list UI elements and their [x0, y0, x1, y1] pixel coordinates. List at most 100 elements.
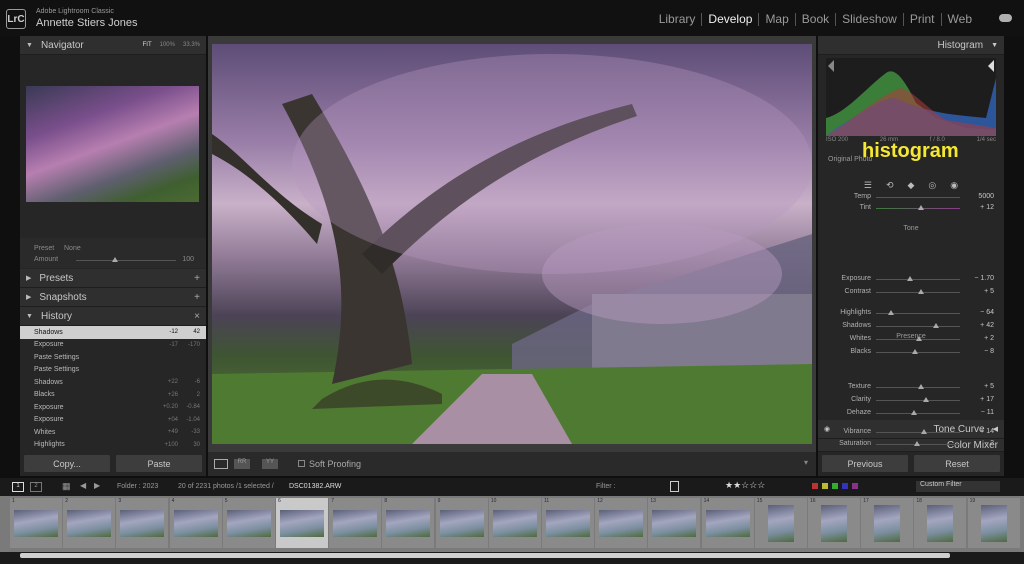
clear-history-icon[interactable]: × — [194, 311, 200, 322]
filmstrip-thumbnail[interactable]: 3 — [116, 498, 169, 548]
slider-knob[interactable] — [915, 336, 922, 341]
filmstrip-thumbnail[interactable]: 16 — [808, 498, 860, 548]
filmstrip-thumbnail[interactable]: 9 — [435, 498, 488, 548]
slider-exposure[interactable]: Exposure − 1.70 — [818, 273, 1004, 285]
slider-knob[interactable] — [917, 384, 924, 389]
history-item[interactable]: Whites +49 -33 — [20, 426, 206, 439]
zoom-100[interactable]: 100% — [160, 42, 175, 48]
crop-icon[interactable]: ⟲ — [886, 180, 894, 191]
filmstrip-thumbnail[interactable]: 11 — [542, 498, 594, 548]
slider-knob[interactable] — [914, 441, 921, 446]
purple-label-filter[interactable] — [852, 483, 858, 489]
slider-knob[interactable] — [911, 349, 918, 354]
history-item[interactable]: Blacks +26 2 — [20, 389, 206, 402]
add-preset-icon[interactable]: + — [194, 273, 200, 284]
history-item[interactable]: Exposure +04 -1.04 — [20, 414, 206, 427]
yellow-label-filter[interactable] — [822, 483, 828, 489]
history-item[interactable]: Exposure -17 -170 — [20, 339, 206, 352]
filmstrip-thumbnail[interactable]: 15 — [754, 498, 807, 548]
forward-arrow-icon[interactable]: ▶ — [94, 481, 100, 490]
snapshots-header[interactable]: ▶ Snapshots + — [20, 288, 206, 307]
slider-track[interactable] — [876, 326, 960, 327]
filmstrip-thumbnail[interactable]: 4 — [169, 498, 222, 548]
edit-sliders-icon[interactable]: ☰ — [864, 180, 872, 191]
module-print[interactable]: Print — [904, 12, 941, 26]
slider-knob[interactable] — [910, 410, 917, 415]
reset-button[interactable]: Reset — [914, 455, 1000, 472]
slider-saturation[interactable]: Saturation − 2 — [818, 438, 1004, 450]
module-web[interactable]: Web — [942, 12, 978, 26]
add-snapshot-icon[interactable]: + — [194, 292, 200, 303]
slider-knob[interactable] — [920, 429, 927, 434]
history-item[interactable]: Paste Settings — [20, 364, 206, 377]
module-library[interactable]: Library — [653, 12, 702, 26]
filmstrip-thumbnail[interactable]: 5 — [222, 498, 275, 548]
back-arrow-icon[interactable]: ◀ — [80, 481, 86, 490]
custom-filter-select[interactable]: Custom Filter — [916, 481, 1000, 492]
main-photo[interactable] — [212, 44, 812, 444]
filmstrip-thumbnail[interactable]: 10 — [488, 498, 541, 548]
slider-highlights[interactable]: Highlights − 64 — [818, 307, 1004, 319]
slider-knob[interactable] — [918, 205, 924, 210]
grid-icon[interactable]: ▦ — [62, 481, 71, 492]
filmstrip-thumbnail[interactable]: 17 — [861, 498, 914, 548]
preset-value[interactable]: None — [64, 245, 81, 252]
filmstrip-thumbnail[interactable]: 13 — [648, 498, 701, 548]
history-header[interactable]: ▼ History × — [20, 307, 206, 326]
slider-track[interactable] — [876, 352, 960, 353]
loupe-view-icon[interactable] — [214, 459, 228, 469]
flag-filter-icon[interactable] — [670, 481, 679, 492]
amount-track[interactable] — [76, 260, 176, 261]
module-book[interactable]: Book — [796, 12, 835, 26]
filmstrip-thumbnail[interactable]: 12 — [595, 498, 648, 548]
filmstrip-scrollbar-thumb[interactable] — [20, 553, 950, 558]
folder-label[interactable]: Folder : 2023 — [117, 483, 158, 490]
monitor-1-button[interactable]: 1 — [12, 482, 24, 492]
zoom-fit[interactable]: FIT — [143, 42, 152, 48]
amount-knob[interactable] — [112, 257, 118, 262]
paste-button[interactable]: Paste — [116, 455, 202, 472]
filmstrip-thumbnail[interactable]: 6 — [276, 498, 328, 548]
slider-track[interactable] — [876, 279, 960, 280]
slider-knob[interactable] — [922, 397, 929, 402]
slider-texture[interactable]: Texture + 5 — [818, 381, 1004, 393]
filmstrip-thumbnail[interactable]: 19 — [967, 498, 1020, 548]
blue-label-filter[interactable] — [842, 483, 848, 489]
redeye-icon[interactable]: ◎ — [928, 180, 936, 191]
history-item[interactable]: Shadows +22 -6 — [20, 376, 206, 389]
before-after-swap-icon[interactable]: YY — [262, 459, 278, 469]
navigator-header[interactable]: ▼ Navigator FIT 100% 33.3% — [20, 36, 206, 55]
slider-contrast[interactable]: Contrast + 5 — [818, 286, 1004, 298]
histogram-header[interactable]: Histogram ▼ — [818, 36, 1004, 55]
filmstrip-thumbnail[interactable]: 18 — [914, 498, 967, 548]
slider-whites[interactable]: Whites + 2 — [818, 333, 1004, 345]
star-rating-filter[interactable]: ★★☆☆☆ — [725, 480, 765, 491]
green-label-filter[interactable] — [832, 483, 838, 489]
slider-tint[interactable]: Tint + 12 — [818, 202, 1004, 214]
histogram-graph[interactable] — [826, 58, 996, 136]
slider-knob[interactable] — [888, 310, 895, 315]
history-item[interactable]: Paste Settings — [20, 351, 206, 364]
before-after-icon[interactable]: RR — [234, 459, 250, 469]
filmstrip-thumbnail[interactable]: 2 — [63, 498, 116, 548]
slider-vibrance[interactable]: Vibrance + 14 — [818, 426, 1004, 438]
history-item[interactable]: Shadows -12 42 — [20, 326, 206, 339]
slider-track[interactable] — [876, 432, 960, 433]
history-item[interactable]: Exposure +0.20 -0.84 — [20, 401, 206, 414]
slider-knob[interactable] — [917, 289, 924, 294]
slider-track[interactable] — [876, 400, 960, 401]
slider-dehaze[interactable]: Dehaze − 11 — [818, 407, 1004, 419]
red-label-filter[interactable] — [812, 483, 818, 489]
previous-button[interactable]: Previous — [822, 455, 908, 472]
masking-icon[interactable]: ◉ — [950, 180, 958, 191]
history-item[interactable]: Highlights +100 30 — [20, 439, 206, 452]
slider-track[interactable] — [876, 413, 960, 414]
slider-blacks[interactable]: Blacks − 8 — [818, 346, 1004, 358]
slider-knob[interactable] — [907, 276, 914, 281]
slider-clarity[interactable]: Clarity + 17 — [818, 394, 1004, 406]
monitor-2-button[interactable]: 2 — [30, 482, 42, 492]
zoom-33[interactable]: 33.3% — [183, 42, 200, 48]
slider-knob[interactable] — [932, 323, 939, 328]
toolbar-menu-icon[interactable]: ▾ — [804, 458, 808, 467]
module-slideshow[interactable]: Slideshow — [836, 12, 903, 26]
